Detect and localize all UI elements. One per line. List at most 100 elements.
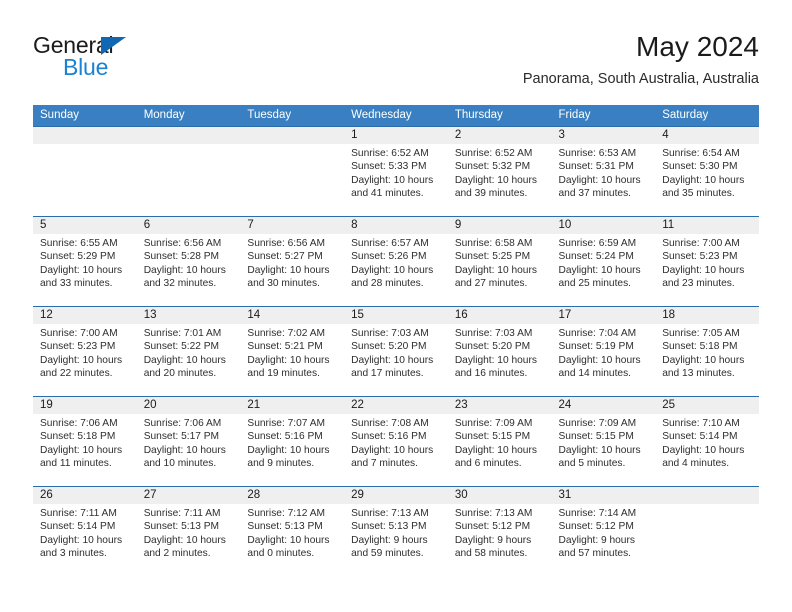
- daylight-duration-line1: Daylight: 10 hours: [454, 174, 537, 186]
- sunset-time: Sunset: 5:30 PM: [662, 161, 738, 173]
- calendar-day-cell[interactable]: 17 Sunrise: 7:04 AM Sunset: 5:19 PM Dayligh…: [551, 306, 656, 397]
- page-title: May 2024: [636, 31, 759, 62]
- sunset-time: Sunset: 5:32 PM: [454, 161, 531, 173]
- calendar-day-cell[interactable]: 10 Sunrise: 6:59 AM Sunset: 5:24 PM Dayligh…: [551, 216, 656, 307]
- calendar-day-cell[interactable]: 28 Sunrise: 7:12 AM Sunset: 5:13 PM Dayligh…: [240, 486, 345, 577]
- sunrise-time: Sunrise: 7:00 AM: [40, 328, 118, 339]
- sunset-time: Sunset: 5:27 PM: [247, 251, 323, 263]
- sunset-time: Sunset: 5:18 PM: [40, 431, 116, 443]
- sunrise-time: Sunrise: 7:02 AM: [247, 328, 325, 339]
- daylight-duration-line1: Daylight: 10 hours: [662, 174, 745, 186]
- sunset-time: Sunset: 5:31 PM: [558, 161, 634, 173]
- day-number: 19: [33, 397, 137, 414]
- sunset-time: Sunset: 5:19 PM: [558, 341, 634, 353]
- calendar-day-cell[interactable]: 22 Sunrise: 7:08 AM Sunset: 5:16 PM Dayligh…: [344, 396, 448, 487]
- sunset-time: Sunset: 5:17 PM: [143, 431, 220, 443]
- day-details: Sunrise: 7:02 AM Sunset: 5:21 PM Daylight:…: [240, 324, 344, 381]
- calendar-day-cell[interactable]: 14 Sunrise: 7:02 AM Sunset: 5:21 PM Dayligh…: [240, 306, 345, 397]
- calendar-day-cell[interactable]: 24 Sunrise: 7:09 AM Sunset: 5:15 PM Dayligh…: [551, 396, 656, 487]
- calendar-day-cell[interactable]: 11 Sunrise: 7:00 AM Sunset: 5:23 PM Dayligh…: [655, 216, 759, 307]
- day-number: 10: [551, 217, 656, 234]
- calendar-day-cell[interactable]: 15 Sunrise: 7:03 AM Sunset: 5:20 PM Dayligh…: [344, 306, 448, 397]
- day-details: Sunrise: 7:08 AM Sunset: 5:16 PM Daylight:…: [344, 414, 448, 471]
- blue-triangle-logo-icon: [101, 37, 126, 55]
- daylight-duration-line1: Daylight: 9 hours: [558, 534, 635, 546]
- title-block: May 2024 Panorama, South Australia, Aust…: [523, 30, 759, 88]
- sunset-time: Sunset: 5:22 PM: [143, 341, 220, 353]
- calendar-week-row: 19 Sunrise: 7:06 AM Sunset: 5:18 PM Dayligh…: [33, 396, 759, 487]
- day-number: 24: [551, 397, 656, 414]
- calendar-day-cell[interactable]: 8 Sunrise: 6:57 AM Sunset: 5:26 PM Daylight…: [344, 216, 448, 307]
- calendar-day-cell[interactable]: 26 Sunrise: 7:11 AM Sunset: 5:14 PM Dayligh…: [33, 486, 137, 577]
- daylight-duration-line2: and 20 minutes.: [143, 368, 217, 380]
- calendar-day-cell[interactable]: 13 Sunrise: 7:01 AM Sunset: 5:22 PM Dayligh…: [136, 306, 241, 397]
- daylight-duration-line1: Daylight: 10 hours: [454, 444, 537, 456]
- calendar-day-cell[interactable]: 16 Sunrise: 7:03 AM Sunset: 5:20 PM Dayligh…: [447, 306, 552, 397]
- day-number: 18: [655, 307, 759, 324]
- calendar-day-cell[interactable]: 9 Sunrise: 6:58 AM Sunset: 5:25 PM Daylight…: [447, 216, 552, 307]
- sunset-time: Sunset: 5:21 PM: [247, 341, 323, 353]
- calendar-day-cell[interactable]: 1 Sunrise: 6:52 AM Sunset: 5:33 PM Daylight…: [344, 126, 448, 217]
- daylight-duration-line2: and 13 minutes.: [662, 368, 735, 380]
- sunset-time: Sunset: 5:12 PM: [558, 521, 634, 533]
- day-number: 25: [655, 397, 759, 414]
- sunset-time: Sunset: 5:28 PM: [143, 251, 220, 263]
- sunrise-time: Sunrise: 6:58 AM: [454, 238, 533, 249]
- day-number: 8: [344, 217, 448, 234]
- weekday-header-row: Sunday Monday Tuesday Wednesday Thursday…: [33, 105, 759, 127]
- sunrise-time: Sunrise: 7:10 AM: [662, 418, 740, 429]
- sunset-time: Sunset: 5:18 PM: [662, 341, 738, 353]
- calendar-day-cell[interactable]: 19 Sunrise: 7:06 AM Sunset: 5:18 PM Dayligh…: [33, 396, 137, 487]
- daylight-duration-line1: Daylight: 10 hours: [662, 444, 745, 456]
- calendar-day-cell[interactable]: 30 Sunrise: 7:13 AM Sunset: 5:12 PM Dayligh…: [447, 486, 552, 577]
- daylight-duration-line2: and 25 minutes.: [558, 278, 632, 290]
- sunset-time: Sunset: 5:23 PM: [662, 251, 738, 263]
- calendar-day-cell[interactable]: 21 Sunrise: 7:07 AM Sunset: 5:16 PM Dayligh…: [240, 396, 345, 487]
- calendar-day-cell[interactable]: 27 Sunrise: 7:11 AM Sunset: 5:13 PM Dayligh…: [136, 486, 241, 577]
- calendar-day-cell[interactable]: 4 Sunrise: 6:54 AM Sunset: 5:30 PM Daylight…: [655, 126, 759, 217]
- sunrise-time: Sunrise: 7:12 AM: [247, 508, 325, 519]
- daylight-duration-line1: Daylight: 10 hours: [247, 354, 330, 366]
- day-number: 30: [447, 487, 552, 504]
- page-subtitle: Panorama, South Australia, Australia: [522, 71, 759, 87]
- day-details: Sunrise: 6:57 AM Sunset: 5:26 PM Daylight:…: [344, 234, 448, 291]
- sunset-time: Sunset: 5:15 PM: [454, 431, 531, 443]
- calendar-day-cell[interactable]: 18 Sunrise: 7:05 AM Sunset: 5:18 PM Dayligh…: [655, 306, 759, 397]
- daylight-duration-line2: and 5 minutes.: [558, 458, 626, 470]
- sunset-time: Sunset: 5:29 PM: [40, 251, 116, 263]
- calendar-day-cell[interactable]: 23 Sunrise: 7:09 AM Sunset: 5:15 PM Dayligh…: [447, 396, 552, 487]
- calendar-day-cell[interactable]: 25 Sunrise: 7:10 AM Sunset: 5:14 PM Dayligh…: [655, 396, 759, 487]
- day-details: Sunrise: 6:59 AM Sunset: 5:24 PM Daylight:…: [552, 234, 656, 291]
- day-number: 12: [33, 307, 137, 324]
- day-details: Sunrise: 7:11 AM Sunset: 5:14 PM Daylight:…: [33, 504, 137, 561]
- day-details: Sunrise: 6:55 AM Sunset: 5:29 PM Daylight:…: [33, 234, 137, 291]
- day-details: Sunrise: 7:00 AM Sunset: 5:23 PM Daylight:…: [33, 324, 137, 381]
- calendar-day-cell[interactable]: 31 Sunrise: 7:14 AM Sunset: 5:12 PM Dayligh…: [551, 486, 656, 577]
- calendar-day-cell[interactable]: 7 Sunrise: 6:56 AM Sunset: 5:27 PM Daylight…: [240, 216, 345, 307]
- daylight-duration-line1: Daylight: 10 hours: [351, 264, 434, 276]
- daylight-duration-line2: and 37 minutes.: [558, 188, 632, 200]
- sunrise-time: Sunrise: 7:14 AM: [558, 508, 637, 519]
- daylight-duration-line1: Daylight: 10 hours: [143, 444, 226, 456]
- day-details: Sunrise: 7:14 AM Sunset: 5:12 PM Daylight:…: [552, 504, 656, 561]
- daylight-duration-line1: Daylight: 10 hours: [558, 444, 641, 456]
- sunset-time: Sunset: 5:12 PM: [454, 521, 531, 533]
- calendar-day-cell[interactable]: 2 Sunrise: 6:52 AM Sunset: 5:32 PM Daylight…: [447, 126, 552, 217]
- calendar-day-cell[interactable]: 5 Sunrise: 6:55 AM Sunset: 5:29 PM Daylight…: [33, 216, 137, 307]
- daylight-duration-line2: and 19 minutes.: [247, 368, 320, 380]
- day-number: [655, 487, 759, 504]
- calendar-day-cell[interactable]: 3 Sunrise: 6:53 AM Sunset: 5:31 PM Daylight…: [551, 126, 656, 217]
- sunrise-time: Sunrise: 6:52 AM: [351, 148, 429, 159]
- daylight-duration-line2: and 7 minutes.: [351, 458, 418, 470]
- sunset-time: Sunset: 5:13 PM: [143, 521, 220, 533]
- daylight-duration-line1: Daylight: 10 hours: [247, 264, 330, 276]
- day-details: Sunrise: 6:58 AM Sunset: 5:25 PM Daylight:…: [448, 234, 552, 291]
- calendar-day-cell[interactable]: 6 Sunrise: 6:56 AM Sunset: 5:28 PM Daylight…: [136, 216, 241, 307]
- calendar-day-cell[interactable]: 29 Sunrise: 7:13 AM Sunset: 5:13 PM Dayligh…: [344, 486, 448, 577]
- calendar-week-row: 12 Sunrise: 7:00 AM Sunset: 5:23 PM Dayligh…: [33, 306, 759, 397]
- calendar-day-cell[interactable]: 12 Sunrise: 7:00 AM Sunset: 5:23 PM Dayligh…: [33, 306, 137, 397]
- day-number: 20: [136, 397, 241, 414]
- day-number: 27: [136, 487, 241, 504]
- calendar-day-cell[interactable]: 20 Sunrise: 7:06 AM Sunset: 5:17 PM Dayligh…: [136, 396, 241, 487]
- sunrise-time: Sunrise: 7:07 AM: [247, 418, 325, 429]
